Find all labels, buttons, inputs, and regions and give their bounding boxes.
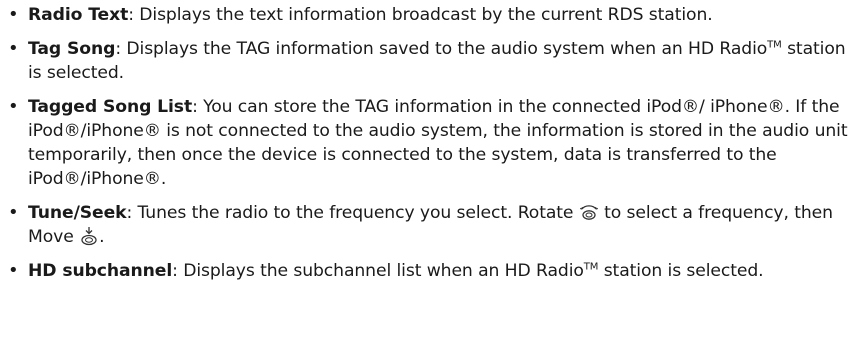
manual-page: • Radio Text: Displays the text informat… xyxy=(0,0,861,351)
list-item-tune-seek: • Tune/Seek: Tunes the radio to the freq… xyxy=(6,201,861,249)
list-item-tag-song: • Tag Song: Displays the TAG information… xyxy=(6,37,861,85)
term-label: HD subchannel xyxy=(28,261,173,281)
rotate-dial-icon xyxy=(579,203,599,221)
list-item-tagged-song-list: • Tagged Song List: You can store the TA… xyxy=(6,95,861,191)
move-down-dial-icon xyxy=(79,226,99,246)
list-item-radio-text: • Radio Text: Displays the text informat… xyxy=(6,3,861,27)
trademark-mark: TM xyxy=(767,39,782,51)
item-description: : Displays the text information broadcas… xyxy=(128,5,713,25)
term-label: Tag Song xyxy=(28,39,116,59)
item-description: : Tunes the radio to the frequency you s… xyxy=(126,203,574,223)
term-label: Radio Text xyxy=(28,5,129,25)
bullet-icon: • xyxy=(8,202,19,223)
term-label: Tune/Seek xyxy=(28,203,127,223)
item-description: : Displays the subchannel list when an H… xyxy=(172,261,584,281)
item-description: : Displays the TAG information saved to … xyxy=(115,39,768,59)
feature-list: • Radio Text: Displays the text informat… xyxy=(6,3,861,283)
list-item-hd-subchannel: • HD subchannel: Displays the subchannel… xyxy=(6,259,861,283)
item-description-tail: station is selected. xyxy=(598,261,764,281)
term-label: Tagged Song List xyxy=(28,97,193,117)
item-description-tail: . xyxy=(99,227,105,247)
bullet-icon: • xyxy=(8,96,19,117)
trademark-mark: TM xyxy=(583,261,599,273)
bullet-icon: • xyxy=(8,4,19,25)
bullet-icon: • xyxy=(8,260,19,281)
bullet-icon: • xyxy=(8,38,19,59)
